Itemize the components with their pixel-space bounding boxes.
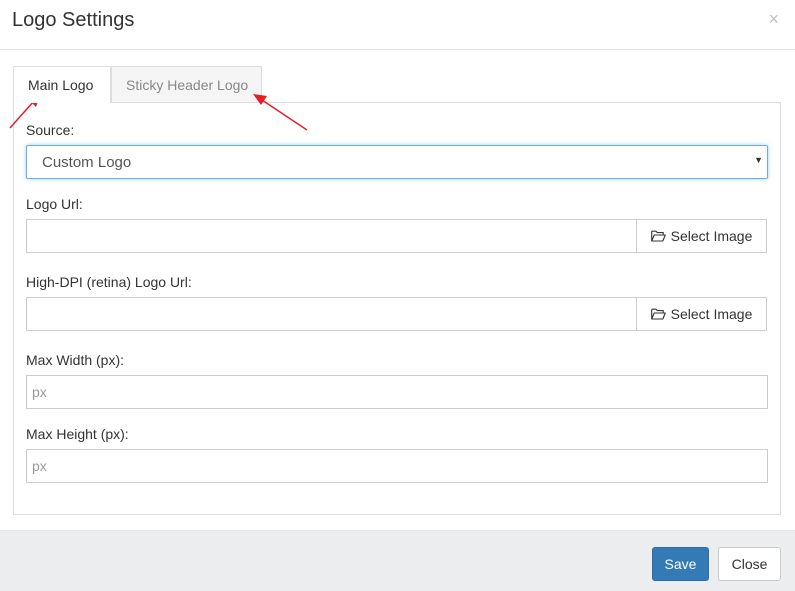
source-label: Source: — [26, 122, 75, 138]
tab-sticky-header-logo[interactable]: Sticky Header Logo — [111, 66, 262, 103]
select-image-label: Select Image — [670, 306, 753, 322]
modal-title: Logo Settings — [12, 9, 135, 31]
folder-open-icon — [650, 308, 666, 320]
max-height-label: Max Height (px): — [26, 426, 129, 442]
retina-logo-url-group: Select Image — [26, 297, 767, 331]
retina-logo-url-select-image-button[interactable]: Select Image — [636, 297, 767, 331]
modal-footer: Save Close — [0, 530, 795, 591]
modal-header: Logo Settings × — [0, 0, 795, 50]
chevron-down-icon: ▼ — [754, 155, 763, 165]
select-image-label: Select Image — [670, 228, 753, 244]
close-button[interactable]: Close — [718, 547, 781, 581]
logo-url-label: Logo Url: — [26, 196, 83, 212]
retina-logo-url-input[interactable] — [26, 297, 637, 331]
save-button[interactable]: Save — [652, 547, 709, 581]
source-select-value: Custom Logo — [42, 154, 132, 171]
max-height-input[interactable] — [26, 449, 768, 483]
max-width-label: Max Width (px): — [26, 352, 125, 368]
source-select[interactable]: Custom Logo ▼ — [26, 145, 768, 179]
logo-url-select-image-button[interactable]: Select Image — [636, 219, 767, 253]
logo-url-input[interactable] — [26, 219, 637, 253]
logo-url-group: Select Image — [26, 219, 767, 253]
folder-open-icon — [650, 230, 666, 242]
logo-settings-modal: Logo Settings × Main Logo Sticky Header … — [0, 0, 795, 591]
max-width-input[interactable] — [26, 375, 768, 409]
close-icon[interactable]: × — [768, 9, 779, 29]
retina-logo-url-label: High-DPI (retina) Logo Url: — [26, 274, 192, 290]
tab-main-logo[interactable]: Main Logo — [13, 66, 111, 103]
